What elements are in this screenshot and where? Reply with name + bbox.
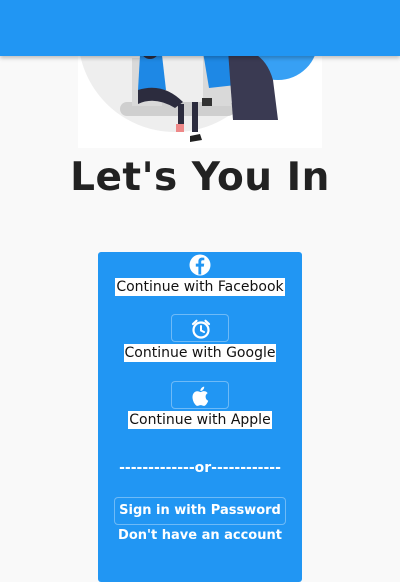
illustration-art (78, 40, 318, 142)
continue-with-facebook[interactable]: Continue with Facebook (98, 254, 302, 296)
continue-with-google[interactable]: Continue with Google (98, 314, 302, 362)
apple-label: Continue with Apple (128, 411, 272, 429)
sign-in-with-password-button[interactable]: Sign in with Password (114, 497, 286, 525)
google-label: Continue with Google (123, 344, 277, 362)
page-title: Let's You In (70, 155, 330, 200)
apple-icon (192, 386, 209, 406)
facebook-icon (189, 254, 211, 276)
app-bar (0, 0, 400, 56)
continue-with-apple[interactable]: Continue with Apple (98, 381, 302, 429)
apple-icon-button[interactable] (171, 381, 229, 409)
or-divider: -------------or------------ (119, 460, 281, 476)
facebook-label: Continue with Facebook (115, 278, 285, 296)
people-sitting-illustration (78, 40, 322, 148)
sign-in-options-panel: Continue with Facebook Continue with Goo… (98, 252, 302, 582)
google-icon-button[interactable] (171, 314, 229, 342)
sign-up-link[interactable]: Don't have an account (98, 528, 302, 543)
alarm-clock-icon (191, 319, 211, 339)
